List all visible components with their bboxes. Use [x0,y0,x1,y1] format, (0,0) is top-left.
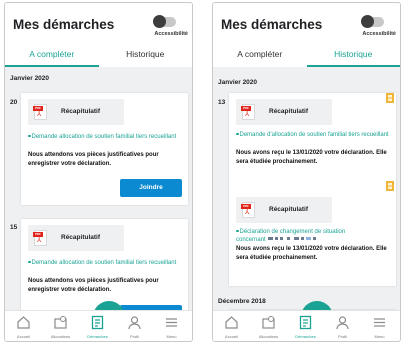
tab-a-completer[interactable]: A compléter [213,45,307,67]
pdf-icon: PDF ⅄ [33,104,47,120]
recap-label: Récapitulatif [61,234,101,241]
recap-document[interactable]: PDF ⅄ Récapitulatif [28,99,124,125]
tab-a-completer[interactable]: A compléter [5,45,99,67]
month-heading: Janvier 2020 [10,75,50,82]
day-number: 20 [10,99,18,106]
pdf-icon: PDF ⅄ [241,104,255,120]
nav-item-accueil[interactable]: Accueil [5,315,42,341]
nav-item-allocations[interactable]: Allocations [250,315,287,341]
nav-item-profil[interactable]: Profil [116,315,153,341]
nav-item-demarches[interactable]: Démarches [79,315,116,341]
recap-label: Récapitulatif [61,108,101,115]
toggle-knob [153,15,166,28]
demarche-description: Demande allocation de soutien familial t… [28,133,184,142]
nav-item-menu[interactable]: Menu [361,315,398,341]
month-heading: Décembre 2018 [218,298,266,305]
bullet-icon [28,134,31,137]
recap-document[interactable]: PDF ⅄ Récapitulatif [236,197,332,223]
menu-icon [166,318,177,327]
recap-document[interactable]: PDF ⅄ Récapitulatif [28,225,124,251]
pdf-icon: PDF ⅄ [241,202,255,218]
nav-item-accueil[interactable]: Accueil [213,315,250,341]
screen-a-completer: Mes démarches Accessibilité A compléter … [4,2,193,342]
accessibility-label: Accessibilité [362,31,396,37]
menu-icon [374,318,385,327]
recap-document[interactable]: PDF ⅄ Récapitulatif [236,99,332,125]
hourglass-icon [386,181,394,191]
page-title: Mes démarches [13,17,115,32]
demarche-description: Demande d'allocation de soutien familial… [236,131,392,140]
allocations-icon [54,316,67,329]
demarches-icon [91,315,104,330]
status-message: Nous avons reçu le 13/01/2020 votre décl… [236,150,387,165]
demarche-description-redacted: concernant [236,236,392,245]
status-message: Nous attendons vos pièces justificatives… [28,152,159,167]
app-header: Mes démarches Accessibilité A compléter … [213,3,400,67]
allocations-icon [262,316,275,329]
toggle-knob [361,15,374,28]
accessibility-label: Accessibilité [154,31,188,37]
nav-item-menu[interactable]: Menu [153,315,190,341]
month-heading: Janvier 2020 [218,79,258,86]
home-icon [225,316,238,329]
accessibility-toggle[interactable] [361,15,384,28]
nav-item-allocations[interactable]: Allocations [42,315,79,341]
demarche-description: Demande allocation de soutien familial t… [28,259,184,268]
tab-historique[interactable]: Historique [306,45,400,67]
day-number: 15 [10,224,18,231]
bullet-icon [236,229,239,232]
status-message: Nous avons reçu le 13/01/2020 votre décl… [236,246,387,261]
demarches-icon [299,315,312,330]
bottom-nav: Accueil Allocations Démarches Profil Men… [213,310,400,341]
profile-icon [128,316,141,330]
demarche-card: PDF ⅄ Récapitulatif Demande allocation de… [21,93,188,205]
day-number: 13 [218,99,226,106]
profile-icon [336,316,349,330]
joindre-button[interactable]: Joindre [120,179,182,197]
recap-label: Récapitulatif [269,206,309,213]
page-title: Mes démarches [221,17,323,32]
bullet-icon [28,260,31,263]
tab-historique[interactable]: Historique [99,45,193,67]
historique-card: PDF ⅄ Récapitulatif Demande d'allocation … [229,93,396,286]
accessibility-toggle[interactable] [153,15,176,28]
nav-item-demarches[interactable]: Démarches [287,315,324,341]
bottom-nav: Accueil Allocations Démarches Profil Men… [5,310,192,341]
screen-historique: Mes démarches Accessibilité A compléter … [212,2,401,342]
status-message: Nous attendons vos pièces justificatives… [28,278,159,293]
home-icon [17,316,30,329]
pdf-icon: PDF ⅄ [33,230,47,246]
nav-item-profil[interactable]: Profil [324,315,361,341]
app-header: Mes démarches Accessibilité A compléter … [5,3,192,67]
recap-label: Récapitulatif [269,108,309,115]
bullet-icon [236,132,239,135]
hourglass-icon [386,93,394,103]
